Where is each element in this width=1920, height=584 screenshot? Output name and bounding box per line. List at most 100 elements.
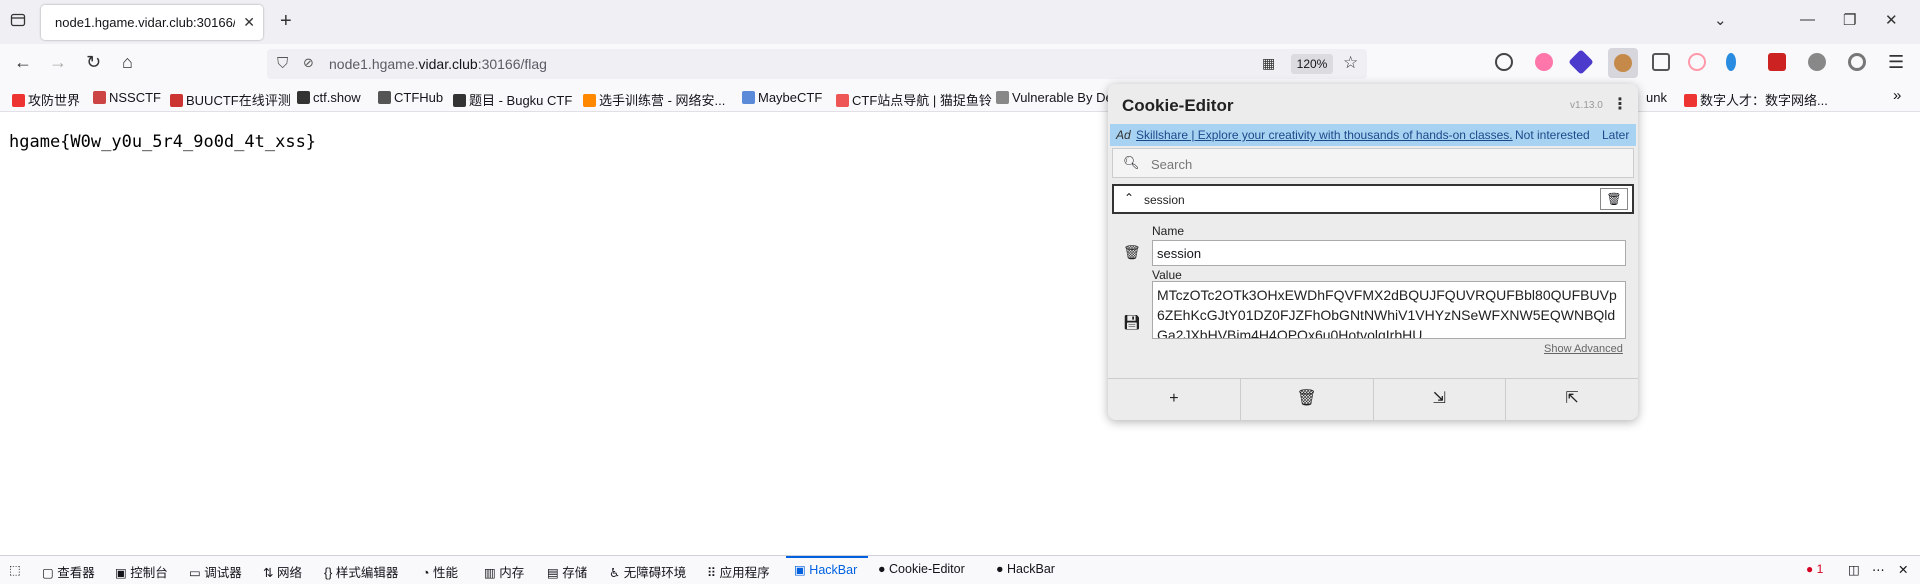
tab-performance[interactable]: ◔ 性能 xyxy=(422,562,458,581)
bookmark-item[interactable]: unk xyxy=(1646,90,1667,105)
bookmark-item[interactable]: CTFHub xyxy=(378,90,443,105)
notification-icon[interactable] xyxy=(1768,53,1786,71)
bookmark-favicon-icon xyxy=(1684,94,1697,107)
bookmark-item[interactable]: Vulnerable By De xyxy=(996,90,1113,105)
bookmark-favicon-icon xyxy=(378,91,391,104)
bookmark-favicon-icon xyxy=(12,94,25,107)
chevron-up-icon[interactable]: ⌃ xyxy=(1124,191,1134,205)
tab-cookie-editor[interactable]: ● Cookie-Editor xyxy=(878,562,965,576)
name-field[interactable]: session xyxy=(1152,240,1626,266)
bookmark-item[interactable]: 题目 - Bugku CTF xyxy=(453,90,572,109)
show-advanced-link[interactable]: Show Advanced xyxy=(1544,343,1623,355)
tab-storage[interactable]: ▤ 存储 xyxy=(547,562,587,581)
bookmark-item[interactable]: NSSCTF xyxy=(93,90,161,105)
location-pin-icon[interactable] xyxy=(1726,53,1736,71)
restore-button[interactable]: ❐ xyxy=(1843,11,1856,29)
bookmark-item[interactable]: MaybeCTF xyxy=(742,90,822,105)
reload-icon[interactable]: ↻ xyxy=(86,52,101,73)
element-picker-icon[interactable]: ⬚ xyxy=(9,562,21,577)
extension-icon[interactable] xyxy=(1568,49,1594,75)
export-button[interactable]: ⇱ xyxy=(1506,379,1638,420)
cookie-header-name: session xyxy=(1144,193,1185,207)
more-options-icon[interactable]: ⋮ xyxy=(1612,94,1628,114)
import-button[interactable]: ⇲ xyxy=(1374,379,1507,420)
delete-all-button[interactable]: 🗑︎ xyxy=(1241,379,1374,420)
extension-icon[interactable] xyxy=(1848,53,1866,71)
tab-close-icon[interactable]: ✕ xyxy=(243,14,255,31)
lock-icon[interactable]: ⊘ xyxy=(303,55,314,71)
extension-icon[interactable] xyxy=(1688,53,1706,71)
dock-side-icon[interactable]: ◫ xyxy=(1848,562,1860,577)
flag-text: hgame{W0w_y0u_5r4_9o0d_4t_xss} xyxy=(9,132,317,152)
bookmark-item[interactable]: 选手训练营 - 网络安... xyxy=(583,90,725,109)
value-label: Value xyxy=(1152,268,1182,282)
tab-console[interactable]: ▣ 控制台 xyxy=(115,562,168,581)
extension-icon[interactable] xyxy=(1535,53,1553,71)
minimize-button[interactable]: — xyxy=(1800,11,1815,28)
url-text: node1.hgame.vidar.club:30166/flag xyxy=(329,56,547,72)
export-icon: ⇱ xyxy=(1565,390,1579,407)
later-link[interactable]: Later xyxy=(1602,124,1629,146)
bookmark-item[interactable]: CTF站点导航 | 猫捉鱼铃 xyxy=(836,90,992,109)
extension-icon[interactable] xyxy=(1808,53,1826,71)
bookmark-favicon-icon xyxy=(453,94,466,107)
puzzle-icon[interactable] xyxy=(1652,53,1670,71)
bookmark-item[interactable]: ctf.show xyxy=(297,90,361,105)
tab-hackbar[interactable]: ● HackBar xyxy=(996,562,1055,576)
tab-list-icon[interactable] xyxy=(10,12,30,32)
shield-icon[interactable]: ⛉ xyxy=(277,55,288,72)
home-icon[interactable]: ⌂ xyxy=(122,52,133,73)
save-icon[interactable]: 💾︎ xyxy=(1123,314,1141,331)
account-icon[interactable] xyxy=(1495,53,1513,71)
trash-icon[interactable]: 🗑︎ xyxy=(1123,244,1141,261)
devtools-toolbar: ⬚ ▢ 查看器 ▣ 控制台 ▭ 调试器 ⇅ 网络 {} 样式编辑器 ◔ 性能 ▥… xyxy=(0,555,1920,584)
not-interested-link[interactable]: Not interested xyxy=(1515,124,1590,146)
more-icon[interactable]: ⋯ xyxy=(1872,562,1885,577)
active-tab-indicator xyxy=(786,556,868,558)
cookie-editor-popup: Cookie-Editor v1.13.0 ⋮ Ad Skillshare | … xyxy=(1108,84,1638,420)
qr-code-icon[interactable]: ▦ xyxy=(1262,55,1275,72)
close-window-button[interactable]: ✕ xyxy=(1885,11,1898,29)
tab-accessibility[interactable]: ♿ 无障碍环境 xyxy=(609,562,686,581)
cookie-editor-icon[interactable] xyxy=(1608,48,1638,78)
ad-banner: Ad Skillshare | Explore your creativity … xyxy=(1110,124,1636,146)
url-bar[interactable]: ⛉ ⊘ node1.hgame.vidar.club:30166/flag ▦ … xyxy=(267,49,1367,79)
tab-application[interactable]: ⠿ 应用程序 xyxy=(707,562,770,581)
tab-strip: node1.hgame.vidar.club:30166/fl ✕ + ⌄ — … xyxy=(0,0,1920,44)
bookmark-item[interactable]: 数字人才：数字网络... xyxy=(1684,90,1828,109)
bookmarks-overflow-icon[interactable]: » xyxy=(1893,87,1901,104)
bookmark-favicon-icon xyxy=(297,91,310,104)
bookmark-favicon-icon xyxy=(583,94,596,107)
bookmark-item[interactable]: 攻防世界 xyxy=(12,90,80,109)
plus-icon: + xyxy=(1169,390,1179,407)
version-label: v1.13.0 xyxy=(1570,100,1603,111)
tab-inspector[interactable]: ▢ 查看器 xyxy=(42,562,95,581)
add-cookie-button[interactable]: + xyxy=(1108,379,1241,420)
list-all-tabs-icon[interactable]: ⌄ xyxy=(1714,11,1727,29)
delete-cookie-button[interactable]: 🗑︎ xyxy=(1600,188,1628,210)
bookmark-favicon-icon xyxy=(996,91,1009,104)
tab-debugger[interactable]: ▭ 调试器 xyxy=(189,562,242,581)
tab-memory[interactable]: ▥ 内存 xyxy=(484,562,524,581)
bookmark-star-icon[interactable]: ☆ xyxy=(1343,53,1358,73)
value-field[interactable]: MTczOTc2OTk3OHxEWDhFQVFMX2dBQUJFQUVRQUFB… xyxy=(1152,281,1626,339)
trash-icon: 🗑︎ xyxy=(1606,192,1622,206)
tab-title: node1.hgame.vidar.club:30166/fl xyxy=(55,15,235,30)
error-count-badge[interactable]: ● 1 xyxy=(1806,562,1823,576)
zoom-level[interactable]: 120% xyxy=(1291,54,1333,74)
tab-network[interactable]: ⇅ 网络 xyxy=(263,562,302,581)
bookmark-item[interactable]: BUUCTF在线评测 xyxy=(170,90,291,109)
forward-icon[interactable]: → xyxy=(49,52,67,73)
new-tab-button[interactable]: + xyxy=(280,10,292,33)
search-input[interactable]: 🔍︎ Search xyxy=(1112,148,1634,178)
back-icon[interactable]: ← xyxy=(14,52,32,73)
active-tab[interactable]: node1.hgame.vidar.club:30166/fl ✕ xyxy=(41,5,263,40)
cookie-header[interactable]: ⌃ session 🗑︎ xyxy=(1112,184,1634,214)
action-bar: + 🗑︎ ⇲ ⇱ xyxy=(1108,378,1638,420)
close-devtools-icon[interactable]: ✕ xyxy=(1898,562,1908,577)
tab-hackbar[interactable]: ▣ HackBar xyxy=(794,562,857,577)
ad-link[interactable]: Skillshare | Explore your creativity wit… xyxy=(1136,124,1513,146)
bookmark-favicon-icon xyxy=(742,91,755,104)
menu-icon[interactable]: ☰ xyxy=(1888,52,1904,73)
tab-style-editor[interactable]: {} 样式编辑器 xyxy=(324,562,398,581)
